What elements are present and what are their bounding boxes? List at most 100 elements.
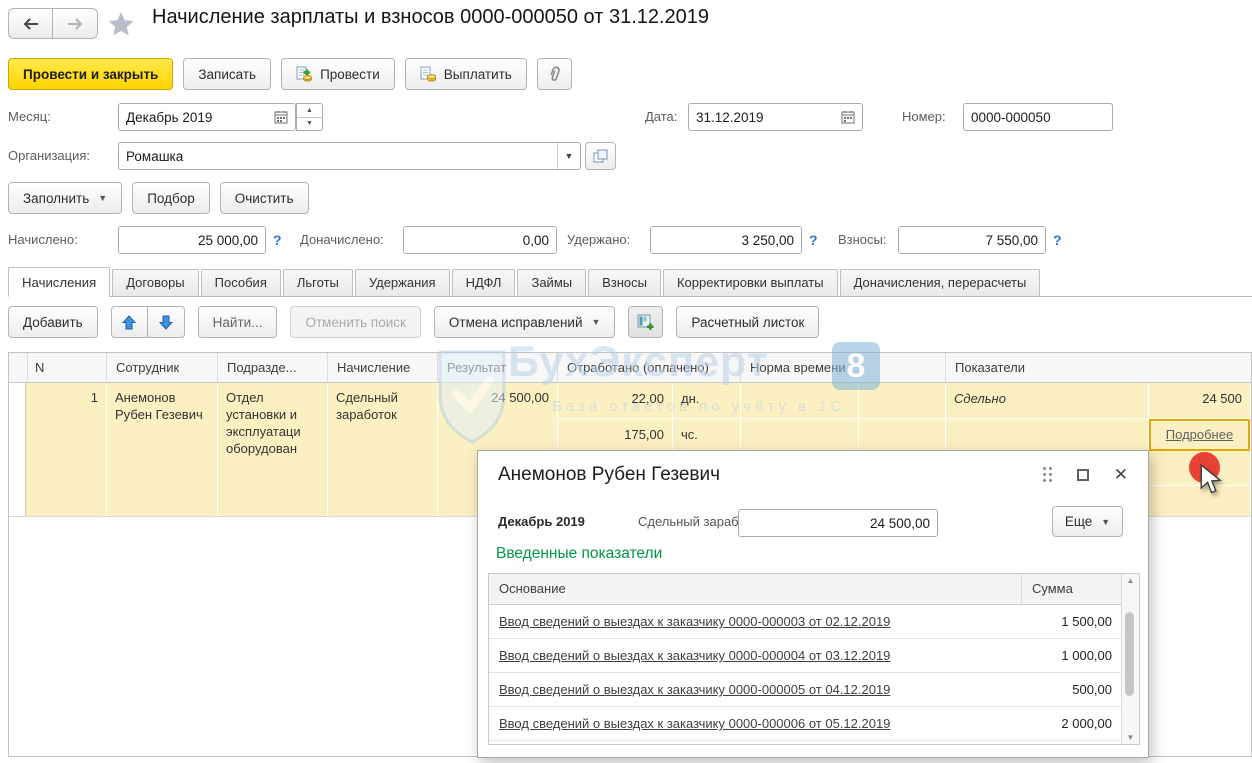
grid-header-department[interactable]: Подразде... [218,353,328,382]
tab-uderzhaniya[interactable]: Удержания [355,269,450,296]
clear-button[interactable]: Очистить [220,182,309,214]
pay-icon [420,66,437,82]
scroll-down-icon[interactable]: ▼ [1122,733,1139,742]
grid-header-worked[interactable]: Отработано (оплачено) [558,353,741,382]
tab-lgoty[interactable]: Льготы [283,269,353,296]
move-down-button[interactable] [148,306,185,338]
forward-button[interactable] [53,8,98,39]
tab-ndfl[interactable]: НДФЛ [452,269,516,296]
fill-menu-button[interactable]: Заполнить ▼ [8,182,122,214]
extra-accrued-label: Доначислено: [300,226,384,254]
add-row-button[interactable]: Добавить [8,306,98,338]
basis-document-link[interactable]: Ввод сведений о выездах к заказчику 0000… [489,716,1022,731]
calendar-icon[interactable] [274,110,288,124]
basis-document-link[interactable]: Ввод сведений о выездах к заказчику 0000… [489,648,1022,663]
post-button[interactable]: Провести [281,58,395,90]
back-button[interactable] [8,8,53,39]
grid-header-accrual[interactable]: Начисление [328,353,438,382]
favorite-star-icon[interactable] [108,11,134,39]
pay-slip-button[interactable]: Расчетный листок [676,306,819,338]
basis-column-header[interactable]: Основание [489,574,1022,604]
grid-header-n[interactable]: N [26,353,107,382]
more-button[interactable]: Еще ▼ [1052,506,1123,537]
contributions-help-icon[interactable]: ? [1053,226,1062,254]
attachments-button[interactable] [537,58,572,90]
find-button[interactable]: Найти... [198,306,278,338]
tab-nachisleniya[interactable]: Начисления [8,267,110,297]
employee-cell[interactable]: Анемонов Рубен Гезевич [107,383,218,516]
list-item[interactable]: Ввод сведений о выездах к заказчику 0000… [489,707,1122,741]
undo-fixes-label: Отмена исправлений [449,315,583,330]
basis-document-link[interactable]: Ввод сведений о выездах к заказчику 0000… [489,682,1022,697]
details-link[interactable]: Подробнее [1166,427,1233,443]
sum-column-header[interactable]: Сумма [1022,574,1122,604]
list-item[interactable]: Ввод сведений о выездах к заказчику 0000… [489,673,1122,707]
month-input[interactable]: Декабрь 2019 [118,103,296,131]
combo-dropdown-icon[interactable]: ▼ [557,143,580,169]
basis-document-link[interactable]: Ввод сведений о выездах к заказчику 0000… [489,614,1022,629]
calendar-icon[interactable] [841,110,855,124]
accrued-input[interactable]: 25 000,00 [118,226,266,254]
more-menu-icon[interactable] [1043,467,1052,482]
accrued-help-icon[interactable]: ? [273,226,282,254]
entered-indicators-table: Основание Сумма Ввод сведений о выездах … [488,573,1140,745]
step-up-icon[interactable]: ▲ [297,104,322,118]
step-down-icon[interactable]: ▼ [297,118,322,131]
details-cell[interactable]: Подробнее [1149,419,1250,451]
month-value: Декабрь 2019 [126,110,274,125]
post-and-close-button[interactable]: Провести и закрыть [8,58,173,90]
grid-header-employee[interactable]: Сотрудник [107,353,218,382]
organization-combobox[interactable]: Ромашка ▼ [118,142,581,170]
contributions-input[interactable]: 7 550,00 [898,226,1046,254]
cancel-search-button: Отменить поиск [290,306,420,338]
save-button[interactable]: Записать [183,58,271,90]
maximize-icon[interactable] [1077,469,1089,481]
extra-accrued-input[interactable]: 0,00 [403,226,557,254]
move-buttons [111,306,185,338]
month-stepper[interactable]: ▲ ▼ [296,103,323,131]
withheld-input[interactable]: 3 250,00 [650,226,802,254]
tab-zaimy[interactable]: Займы [517,269,586,296]
worked-days-value[interactable]: 22,00 [558,383,672,419]
mouse-cursor-icon [1199,464,1223,496]
popup-table-scrollbar[interactable]: ▲ ▼ [1121,574,1139,744]
withheld-help-icon[interactable]: ? [809,226,818,254]
open-form-icon [593,149,608,163]
piecework-input[interactable]: 24 500,00 [738,509,938,537]
sum-value: 1 000,00 [1022,648,1122,663]
accrual-cell[interactable]: Сдельный заработок [328,383,438,516]
popup-table-header: Основание Сумма [489,574,1122,605]
tab-korrektirovki[interactable]: Корректировки выплаты [663,269,838,296]
grid-header-norm[interactable]: Норма времени [741,353,946,382]
tab-donachisleniya[interactable]: Доначисления, перерасчеты [840,269,1041,296]
scrollbar-thumb[interactable] [1125,612,1134,696]
date-input[interactable]: 31.12.2019 [688,103,863,131]
entered-indicators-heading: Введенные показатели [496,545,662,563]
department-cell[interactable]: Отдел установки и эксплуатаци оборудован [218,383,328,516]
close-icon[interactable]: ✕ [1114,468,1128,482]
row-number-cell[interactable]: 1 [26,383,107,516]
date-value: 31.12.2019 [696,110,841,125]
chevron-down-icon: ▼ [592,317,601,327]
undo-fixes-menu-button[interactable]: Отмена исправлений ▼ [434,306,616,338]
worked-hours-value[interactable]: 175,00 [558,419,672,451]
number-input[interactable]: 0000-000050 [963,103,1113,131]
list-item[interactable]: Ввод сведений о выездах к заказчику 0000… [489,605,1122,639]
month-label: Месяц: [8,103,51,131]
forward-icon [66,17,84,31]
popup-window-buttons: ✕ [1043,467,1128,482]
tab-vznosy[interactable]: Взносы [588,269,661,296]
grid-header-indicators[interactable]: Показатели [946,353,1251,382]
add-indicators-button[interactable] [628,306,663,338]
fill-label: Заполнить [23,191,89,206]
pick-button[interactable]: Подбор [132,182,210,214]
grid-header-result[interactable]: Результат [438,353,558,382]
move-up-button[interactable] [111,306,148,338]
tab-posobiya[interactable]: Пособия [201,269,281,296]
worked-days-unit: дн. [673,383,740,419]
scroll-up-icon[interactable]: ▲ [1122,576,1139,585]
list-item[interactable]: Ввод сведений о выездах к заказчику 0000… [489,639,1122,673]
organization-open-button[interactable] [585,142,616,170]
pay-button[interactable]: Выплатить [405,58,527,90]
tab-dogovory[interactable]: Договоры [112,269,198,296]
